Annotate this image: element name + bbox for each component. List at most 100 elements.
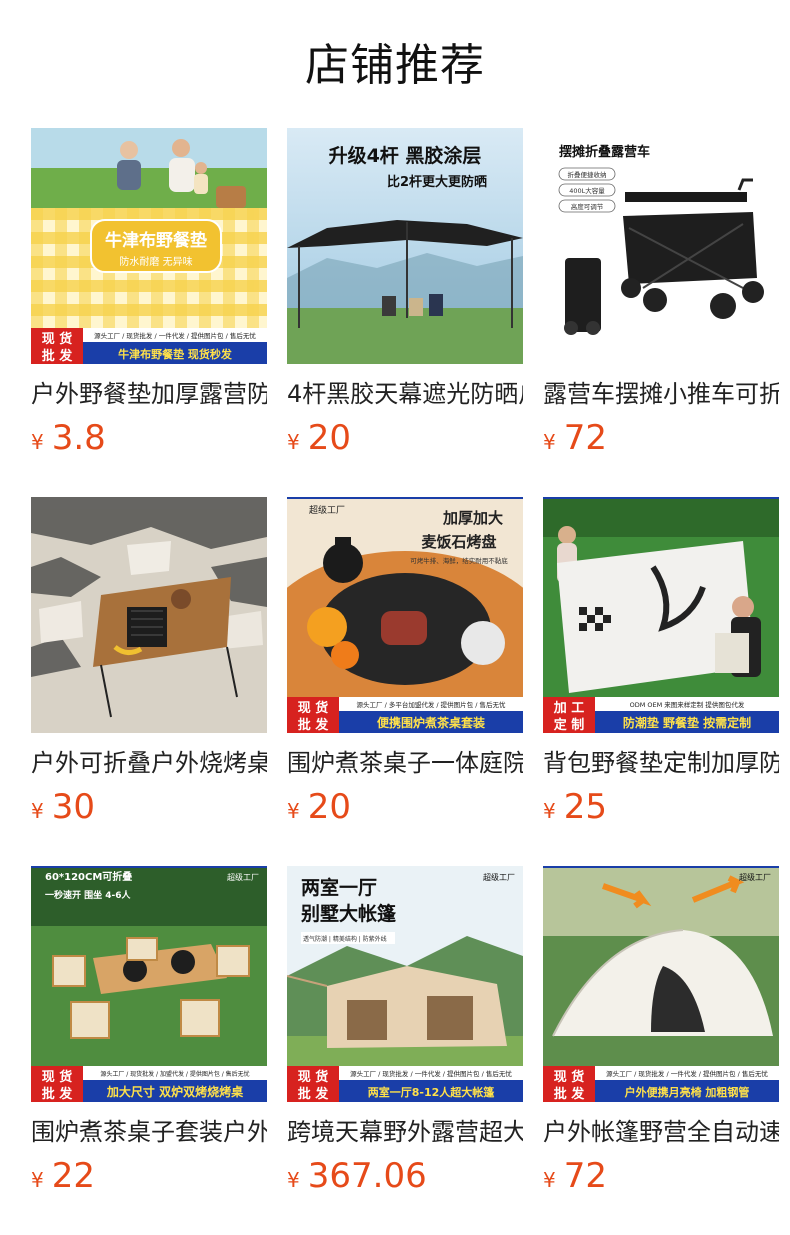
badge-left-top: 现 货 <box>42 331 73 347</box>
badge-main-text: 便携围炉煮茶桌套装 <box>377 715 485 730</box>
product-card[interactable]: 牛津布野餐垫 防水耐磨 无异味 现 货 批 发 源头工厂 / 现货批发 / 一件… <box>31 128 267 497</box>
product-grid: 牛津布野餐垫 防水耐磨 无异味 现 货 批 发 源头工厂 / 现货批发 / 一件… <box>31 128 779 1235</box>
image-subtext: 防水耐磨 无异味 <box>119 255 192 268</box>
product-price: ¥ 3.8 <box>31 418 267 458</box>
currency-symbol: ¥ <box>287 799 300 823</box>
image-headline: 60*120CM可折叠 <box>45 870 132 883</box>
product-image[interactable]: 摆摊折叠露营车 折叠便捷收纳 400L大容量 高度可调节 <box>543 128 779 364</box>
badge-left-bottom: 批 发 <box>298 1086 330 1102</box>
image-brand: 超级工厂 <box>739 872 771 882</box>
product-price: ¥ 20 <box>287 787 523 827</box>
product-name[interactable]: 背包野餐垫定制加厚防潮 <box>543 747 779 779</box>
currency-symbol: ¥ <box>543 1168 556 1192</box>
product-image[interactable]: 两室一厅 别墅大帐篷 透气防潮 | 精美结构 | 防紫外线 超级工厂 现 货 批… <box>287 866 523 1102</box>
badge-small-text: 源头工厂 / 现货批发 / 一件代发 / 提供图片包 / 售后无忧 <box>606 1069 768 1078</box>
badge-main-text: 牛津布野餐垫 现货秒发 <box>118 347 233 361</box>
badge-small-text: ODM OEM 来图来样定制 提供图包代发 <box>630 700 745 709</box>
product-card[interactable]: 户外可折叠户外烧烤桌 ¥ 30 <box>31 497 267 866</box>
image-tag: 400L大容量 <box>569 186 605 195</box>
badge-main-text: 防潮垫 野餐垫 按需定制 <box>623 715 751 730</box>
product-card[interactable]: 超级工厂 加厚加大 麦饭石烤盘 可烤牛排、海鲜，结实耐用不黏底 现 货 批 发 … <box>287 497 523 866</box>
product-price: ¥ 367.06 <box>287 1156 523 1196</box>
product-price: ¥ 25 <box>543 787 779 827</box>
image-brand: 超级工厂 <box>483 872 515 882</box>
product-price: ¥ 30 <box>31 787 267 827</box>
product-image[interactable]: 超级工厂 现 货 批 发 源头工厂 / 现货批发 / 一件代发 / 提供图片包 … <box>543 866 779 1102</box>
image-subtext: 麦饭石烤盘 <box>421 533 496 551</box>
badge-main-text: 两室一厅8-12人超大帐篷 <box>368 1085 496 1099</box>
product-card[interactable]: 摆摊折叠露营车 折叠便捷收纳 400L大容量 高度可调节 露营车摆摊小推车可折 … <box>543 128 779 497</box>
product-price: ¥ 22 <box>31 1156 267 1196</box>
product-card[interactable]: 两室一厅 别墅大帐篷 透气防潮 | 精美结构 | 防紫外线 超级工厂 现 货 批… <box>287 866 523 1235</box>
product-image[interactable]: 加 工 定 制 ODM OEM 来图来样定制 提供图包代发 防潮垫 野餐垫 按需… <box>543 497 779 733</box>
currency-symbol: ¥ <box>543 430 556 454</box>
image-headline: 摆摊折叠露营车 <box>559 144 650 160</box>
badge-left-top: 现 货 <box>42 1069 73 1085</box>
price-value: 72 <box>563 1156 607 1196</box>
badge-left-bottom: 批 发 <box>298 717 330 733</box>
page-title: 店铺推荐 <box>305 40 485 91</box>
badge-left-bottom: 批 发 <box>42 1086 74 1102</box>
product-name[interactable]: 露营车摆摊小推车可折叠 <box>543 378 779 410</box>
product-price: ¥ 72 <box>543 418 779 458</box>
price-value: 72 <box>563 418 607 458</box>
image-headline: 两室一厅 <box>301 876 377 899</box>
product-name[interactable]: 户外野餐垫加厚露营防潮垫 <box>31 378 267 410</box>
currency-symbol: ¥ <box>31 799 44 823</box>
price-value: 25 <box>563 787 607 827</box>
product-image[interactable]: 升级4杆 黑胶涂层 比2杆更大更防晒 <box>287 128 523 364</box>
price-value: 22 <box>51 1156 95 1196</box>
image-headline: 牛津布野餐垫 <box>105 230 207 251</box>
image-tag: 折叠便捷收纳 <box>568 170 607 179</box>
badge-left-top: 现 货 <box>554 1069 585 1085</box>
image-note: 可烤牛排、海鲜，结实耐用不黏底 <box>410 556 508 565</box>
image-headline: 升级4杆 黑胶涂层 <box>329 144 482 167</box>
product-price: ¥ 72 <box>543 1156 779 1196</box>
badge-left-top: 现 货 <box>298 700 329 716</box>
currency-symbol: ¥ <box>543 799 556 823</box>
badge-small-text: 源头工厂 / 现货批发 / 加盟代发 / 提供图片包 / 售后无忧 <box>100 1070 249 1078</box>
badge-main-text: 户外便携月亮椅 加粗钢管 <box>625 1085 750 1099</box>
price-value: 3.8 <box>51 418 106 458</box>
badge-main-text: 加大尺寸 双炉双烤烧烤桌 <box>106 1084 244 1099</box>
price-value: 20 <box>307 418 351 458</box>
image-brand: 超级工厂 <box>309 504 345 516</box>
badge-small-text: 源头工厂 / 现货批发 / 一件代发 / 提供图片包 / 售后无忧 <box>350 1069 512 1078</box>
product-card[interactable]: 升级4杆 黑胶涂层 比2杆更大更防晒 4杆黑胶天幕遮光防晒户外 ¥ 20 <box>287 128 523 497</box>
image-subtext: 一秒速开 围坐 4-6人 <box>45 889 132 901</box>
price-value: 20 <box>307 787 351 827</box>
product-name[interactable]: 户外可折叠户外烧烤桌 <box>31 747 267 779</box>
currency-symbol: ¥ <box>287 430 300 454</box>
product-image[interactable]: 牛津布野餐垫 防水耐磨 无异味 现 货 批 发 源头工厂 / 现货批发 / 一件… <box>31 128 267 364</box>
currency-symbol: ¥ <box>31 1168 44 1192</box>
product-card[interactable]: 加 工 定 制 ODM OEM 来图来样定制 提供图包代发 防潮垫 野餐垫 按需… <box>543 497 779 866</box>
badge-left-top: 加 工 <box>553 701 585 716</box>
image-note: 透气防潮 | 精美结构 | 防紫外线 <box>303 935 387 943</box>
product-card[interactable]: 60*120CM可折叠 一秒速开 围坐 4-6人 超级工厂 现 货 批 发 源头… <box>31 866 267 1235</box>
product-image[interactable] <box>31 497 267 733</box>
price-value: 367.06 <box>307 1156 427 1196</box>
product-name[interactable]: 户外帐篷野营全自动速开 <box>543 1116 779 1148</box>
badge-small-text: 源头工厂 / 多平台加盟代发 / 提供图片包 / 售后无忧 <box>357 700 506 709</box>
badge-left-bottom: 批 发 <box>554 1086 586 1102</box>
product-name[interactable]: 跨境天幕野外露营超大 <box>287 1116 523 1148</box>
badge-left-bottom: 批 发 <box>42 348 74 364</box>
store-recommend-page: 店铺推荐 牛津布野餐垫 防水耐磨 无异味 现 货 批 发 源头工厂 / 现货批发… <box>0 0 790 1234</box>
product-image[interactable]: 超级工厂 加厚加大 麦饭石烤盘 可烤牛排、海鲜，结实耐用不黏底 现 货 批 发 … <box>287 497 523 733</box>
product-name[interactable]: 围炉煮茶桌子一体庭院 <box>287 747 523 779</box>
price-value: 30 <box>51 787 95 827</box>
product-image[interactable]: 60*120CM可折叠 一秒速开 围坐 4-6人 超级工厂 现 货 批 发 源头… <box>31 866 267 1102</box>
image-headline: 加厚加大 <box>442 509 503 527</box>
badge-left-top: 现 货 <box>298 1069 329 1085</box>
product-price: ¥ 20 <box>287 418 523 458</box>
image-subtext: 比2杆更大更防晒 <box>387 174 487 190</box>
badge-small-text: 源头工厂 / 现货批发 / 一件代发 / 提供图片包 / 售后无忧 <box>94 331 256 340</box>
product-name[interactable]: 4杆黑胶天幕遮光防晒户外 <box>287 378 523 410</box>
product-card[interactable]: 超级工厂 现 货 批 发 源头工厂 / 现货批发 / 一件代发 / 提供图片包 … <box>543 866 779 1235</box>
image-brand: 超级工厂 <box>227 872 259 882</box>
currency-symbol: ¥ <box>287 1168 300 1192</box>
currency-symbol: ¥ <box>31 430 44 454</box>
product-name[interactable]: 围炉煮茶桌子套装户外 <box>31 1116 267 1148</box>
image-tag: 高度可调节 <box>571 202 604 211</box>
badge-left-bottom: 定 制 <box>553 717 585 733</box>
